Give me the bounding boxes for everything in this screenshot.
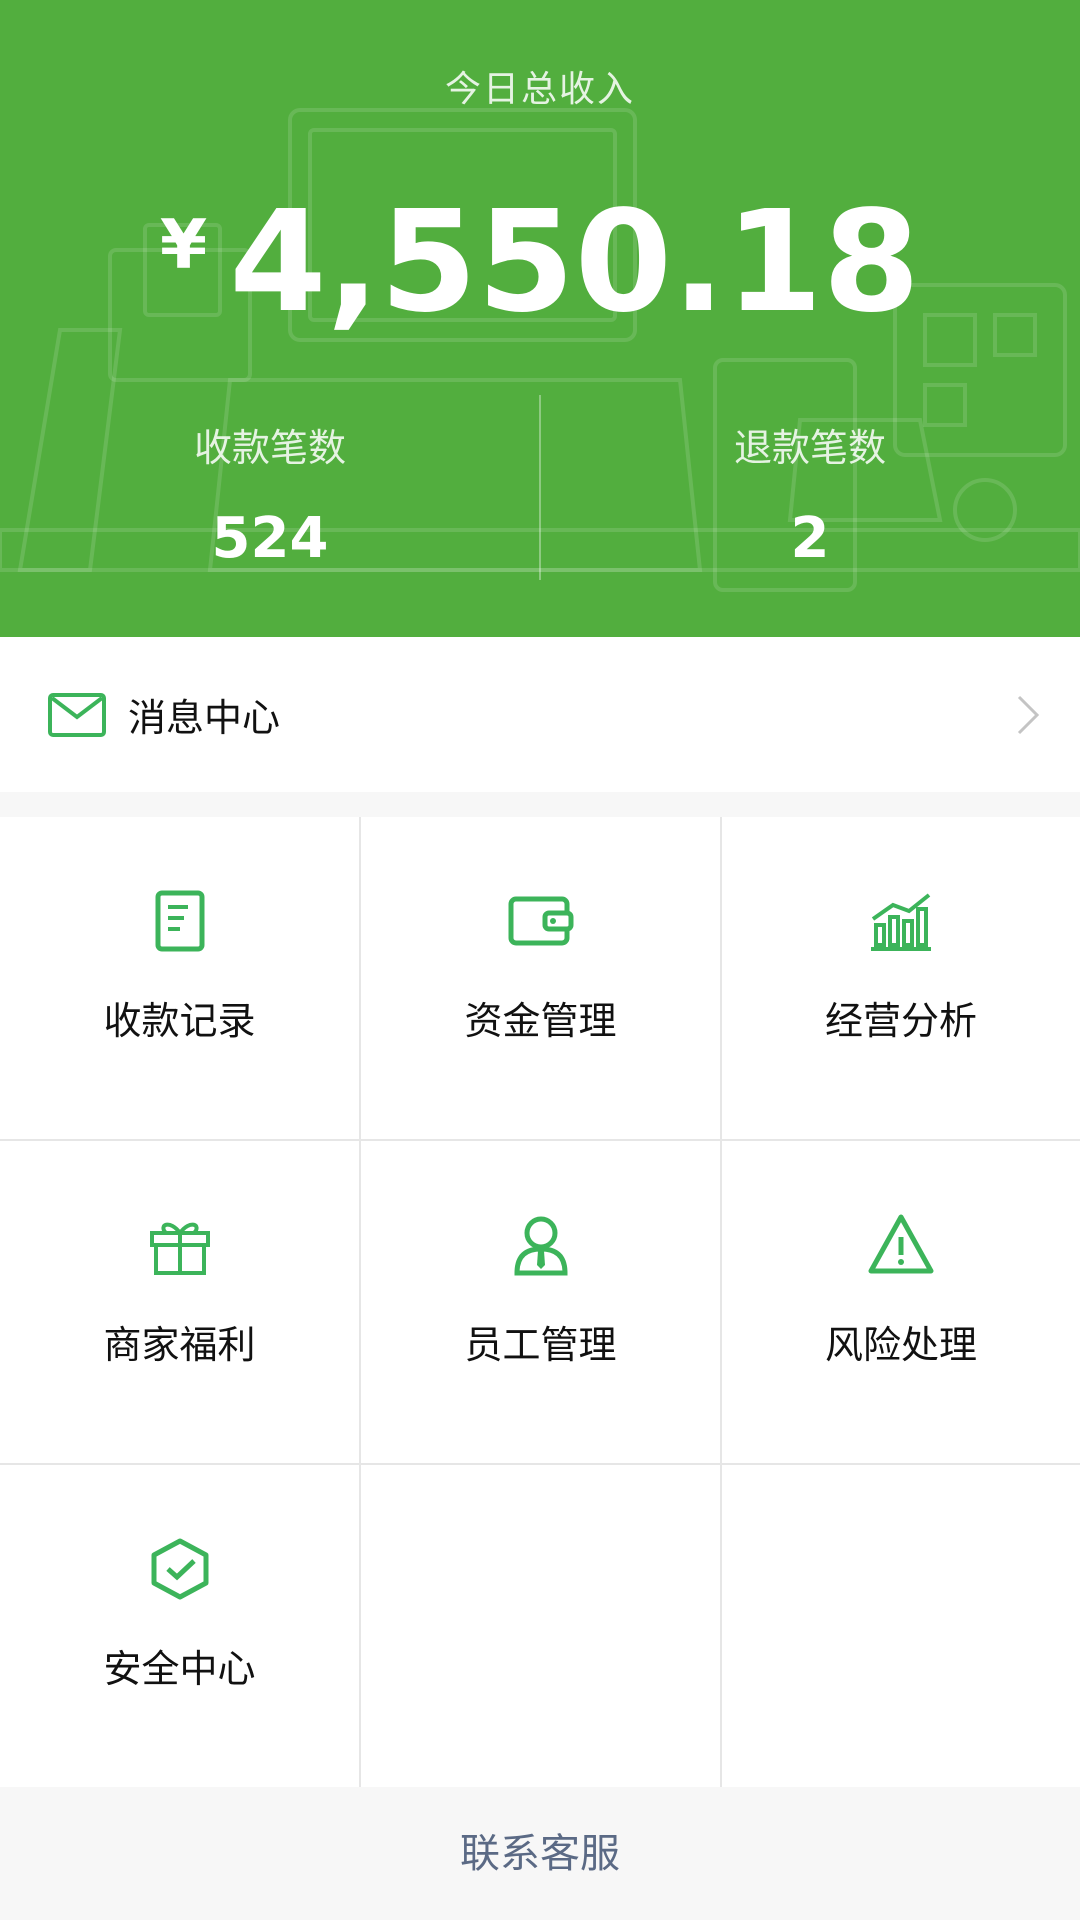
- empty-grid-cell: [361, 1465, 720, 1787]
- payment-count-label: 收款笔数: [193, 426, 346, 470]
- menu-item-label: 商家福利: [103, 1323, 256, 1367]
- shield-check-icon: [151, 1538, 208, 1600]
- staff-icon: [513, 1216, 568, 1276]
- message-center-label: 消息中心: [128, 696, 281, 740]
- payment-count-stat[interactable]: 收款笔数 524: [0, 395, 540, 585]
- menu-item-label: 收款记录: [103, 999, 256, 1043]
- menu-item-label: 资金管理: [464, 999, 617, 1043]
- menu-item-fund-management[interactable]: 资金管理: [361, 817, 720, 1139]
- menu-item-business-analysis[interactable]: 经营分析: [722, 817, 1080, 1139]
- menu-item-staff-management[interactable]: 员工管理: [361, 1141, 720, 1463]
- contact-support-link[interactable]: 联系客服: [0, 1788, 1080, 1920]
- stats-divider: [539, 395, 541, 580]
- amount-value: 4,550.18: [229, 181, 921, 344]
- menu-item-label: 员工管理: [464, 1323, 617, 1367]
- payment-count-value: 524: [211, 506, 329, 571]
- mail-icon: [48, 692, 106, 737]
- menu-item-merchant-benefits[interactable]: 商家福利: [0, 1141, 359, 1463]
- total-income-amount: ¥ 4,550.18: [0, 188, 1080, 338]
- receipt-icon: [155, 890, 204, 952]
- income-summary-header: 今日总收入 ¥ 4,550.18 收款笔数 524 退款笔数 2: [0, 0, 1080, 637]
- currency-symbol: ¥: [159, 206, 208, 285]
- today-income-title: 今日总收入: [444, 69, 635, 110]
- refund-count-stat[interactable]: 退款笔数 2: [540, 395, 1080, 585]
- menu-item-security-center[interactable]: 安全中心: [0, 1465, 359, 1787]
- warning-icon: [868, 1214, 934, 1274]
- wallet-icon: [508, 896, 573, 946]
- menu-item-risk-handling[interactable]: 风险处理: [722, 1141, 1080, 1463]
- empty-grid-cell: [722, 1465, 1080, 1787]
- message-center-row[interactable]: 消息中心: [0, 637, 1080, 792]
- chevron-right-icon: [1017, 695, 1040, 735]
- refund-count-label: 退款笔数: [733, 426, 886, 470]
- function-grid: 收款记录 资金管理 经营分析 商家福利 员工管理 风险处理 安全中心: [0, 817, 1080, 1787]
- menu-item-label: 风险处理: [824, 1323, 977, 1367]
- menu-item-payment-records[interactable]: 收款记录: [0, 817, 359, 1139]
- bar-chart-icon: [871, 893, 931, 951]
- menu-item-label: 经营分析: [824, 999, 977, 1043]
- gift-icon: [149, 1222, 210, 1275]
- transaction-stats: 收款笔数 524 退款笔数 2: [0, 395, 1080, 585]
- menu-item-label: 安全中心: [103, 1647, 256, 1691]
- refund-count-value: 2: [790, 506, 830, 571]
